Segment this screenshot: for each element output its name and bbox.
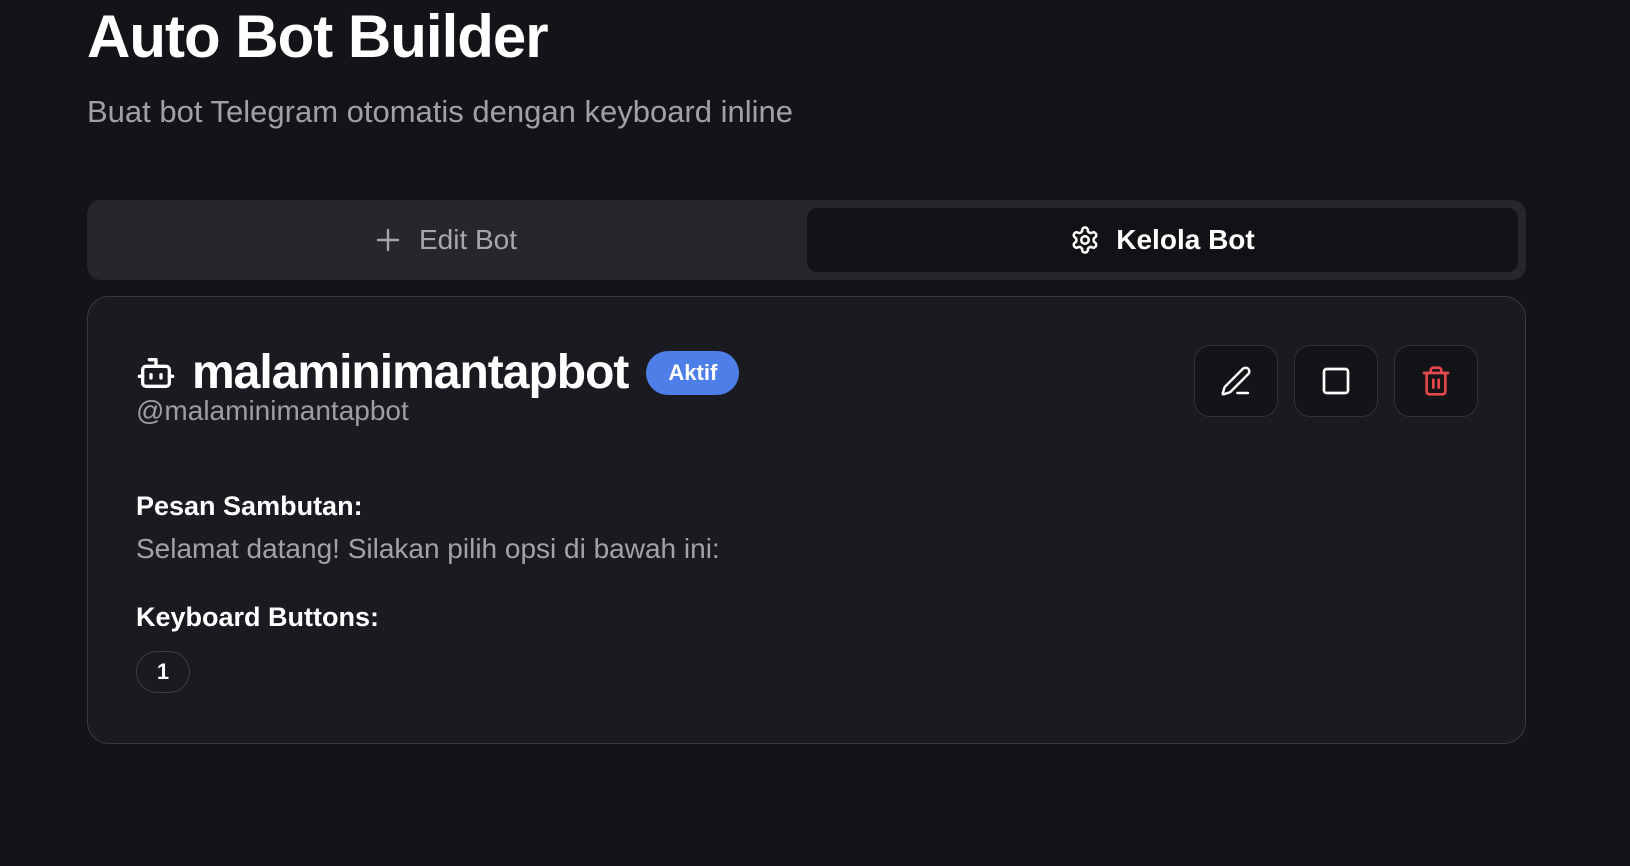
keyboard-button-chip: 1: [136, 651, 190, 693]
bot-actions: [1194, 345, 1478, 417]
square-icon: [1322, 367, 1350, 395]
welcome-label: Pesan Sambutan:: [136, 491, 363, 521]
bot-icon: [136, 353, 176, 393]
welcome-message: Selamat datang! Silakan pilih opsi di ba…: [136, 533, 720, 564]
bot-name: malaminimantapbot: [192, 346, 629, 399]
delete-button[interactable]: [1394, 345, 1478, 417]
tab-edit-bot[interactable]: Edit Bot: [95, 208, 795, 272]
bot-header: malaminimantapbot Aktif: [136, 345, 740, 401]
status-badge: Aktif: [646, 351, 740, 395]
pencil-icon: [1221, 366, 1251, 396]
page: Auto Bot Builder Buat bot Telegram otoma…: [0, 0, 1630, 866]
page-subtitle: Buat bot Telegram otomatis dengan keyboa…: [87, 94, 793, 129]
keyboard-buttons-label: Keyboard Buttons:: [136, 602, 379, 632]
bot-username: @malaminimantapbot: [136, 395, 409, 426]
gear-icon: [1070, 225, 1100, 255]
edit-button[interactable]: [1194, 345, 1278, 417]
plus-icon: [373, 225, 403, 255]
tab-edit-bot-label: Edit Bot: [418, 224, 518, 255]
tab-kelola-bot-label: Kelola Bot: [1116, 224, 1255, 255]
page-title: Auto Bot Builder: [87, 3, 549, 70]
bot-card: malaminimantapbot Aktif @malaminimantapb…: [87, 296, 1526, 744]
tab-kelola-bot[interactable]: Kelola Bot: [807, 208, 1518, 272]
stop-button[interactable]: [1294, 345, 1378, 417]
tab-bar: Edit Bot Kelola Bot: [87, 200, 1526, 280]
trash-icon: [1422, 366, 1450, 396]
